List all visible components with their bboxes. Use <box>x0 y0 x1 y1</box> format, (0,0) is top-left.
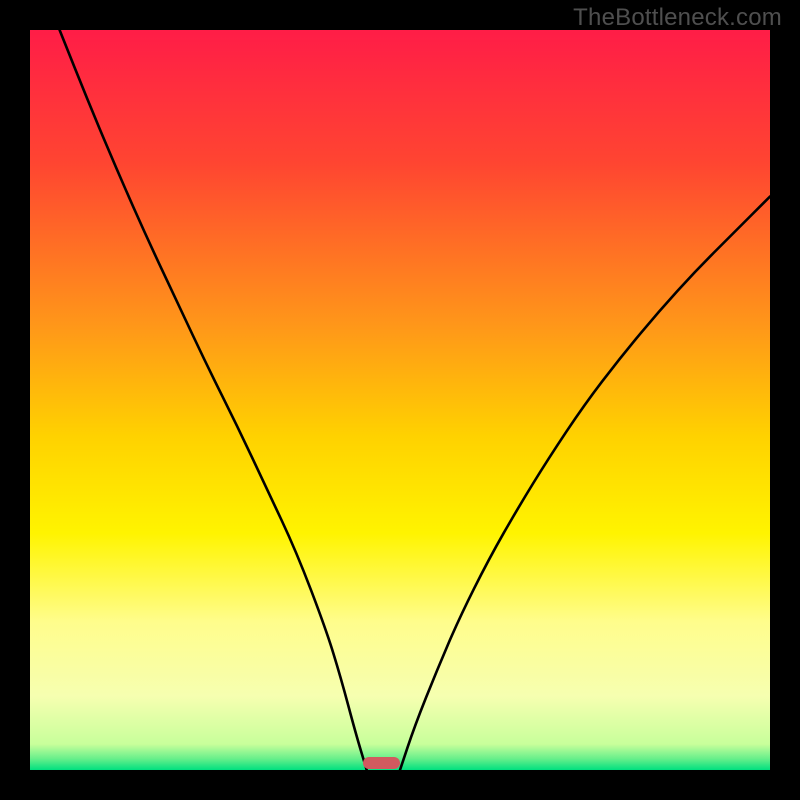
watermark-text: TheBottleneck.com <box>573 4 782 32</box>
gradient-background <box>30 30 770 770</box>
chart-svg <box>30 30 770 770</box>
marker-group <box>363 757 400 769</box>
bottleneck-marker <box>363 757 400 769</box>
outer-black-frame: TheBottleneck.com <box>0 0 800 800</box>
chart-plot-area <box>30 30 770 770</box>
